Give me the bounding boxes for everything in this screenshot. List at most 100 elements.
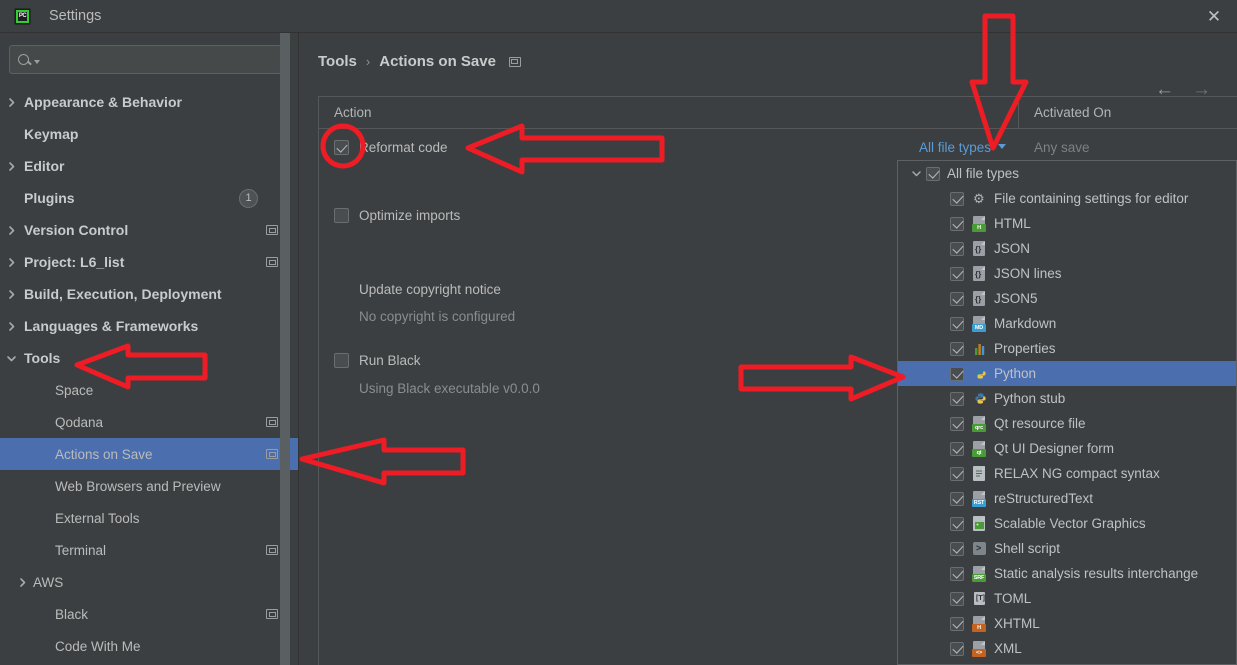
sidebar-item-aws[interactable]: AWS <box>0 566 298 598</box>
sidebar-item-label: Version Control <box>24 222 129 238</box>
json-file-icon: {} <box>971 265 988 282</box>
chevron-right-icon[interactable] <box>0 321 22 332</box>
chevron-down-icon[interactable] <box>998 144 1006 149</box>
column-header-action[interactable]: Action <box>319 97 1018 128</box>
chevron-right-icon[interactable] <box>0 97 22 108</box>
popup-item-label: XML <box>994 641 1022 656</box>
qrc-file-icon: qrc <box>971 415 988 432</box>
popup-item-checkbox[interactable] <box>950 391 964 406</box>
reformat-code-checkbox[interactable] <box>334 140 349 155</box>
popup-item-label: Python stub <box>994 391 1066 406</box>
popup-item-shell-script[interactable]: > Shell script <box>898 536 1236 561</box>
chevron-right-icon[interactable] <box>0 257 22 268</box>
all-file-types-dropdown[interactable]: All file types <box>919 140 1006 155</box>
sidebar-item-web-browsers-and-preview[interactable]: Web Browsers and Preview <box>0 470 298 502</box>
popup-item-checkbox[interactable] <box>950 441 964 456</box>
popup-item-json5[interactable]: {} JSON5 <box>898 286 1236 311</box>
popup-item-label: Scalable Vector Graphics <box>994 516 1146 531</box>
search-icon <box>18 54 29 65</box>
popup-item-checkbox[interactable] <box>950 341 964 356</box>
popup-item-scalable-vector-graphics[interactable]: Scalable Vector Graphics <box>898 511 1236 536</box>
popup-item-xhtml[interactable]: H XHTML <box>898 611 1236 636</box>
sidebar-item-qodana[interactable]: Qodana <box>0 406 298 438</box>
popup-item-properties[interactable]: Properties <box>898 336 1236 361</box>
chevron-down-icon[interactable] <box>0 353 22 364</box>
popup-item-checkbox[interactable] <box>950 416 964 431</box>
popup-item-python-stub[interactable]: Python stub <box>898 386 1236 411</box>
popup-item-checkbox[interactable] <box>950 191 964 206</box>
sidebar-item-tools[interactable]: Tools <box>0 342 298 374</box>
sidebar-item-languages-frameworks[interactable]: Languages & Frameworks <box>0 310 298 342</box>
popup-item-json-lines[interactable]: {} JSON lines <box>898 261 1236 286</box>
modified-indicator-icon <box>508 56 521 67</box>
popup-item-checkbox[interactable] <box>950 366 964 381</box>
no-copyright-note: No copyright is configured <box>359 308 516 324</box>
sidebar-scrollbar-track[interactable] <box>280 33 294 665</box>
popup-item-qt-resource-file[interactable]: qrc Qt resource file <box>898 411 1236 436</box>
popup-item-checkbox[interactable] <box>950 566 964 581</box>
popup-item-checkbox[interactable] <box>950 541 964 556</box>
sidebar-item-plugins[interactable]: Plugins 1 <box>0 182 298 214</box>
close-icon[interactable]: ✕ <box>1191 0 1237 33</box>
sidebar-item-actions-on-save[interactable]: Actions on Save <box>0 438 298 470</box>
file-types-dropdown-popup[interactable]: All file types ⚙ File containing settings … <box>897 160 1237 665</box>
popup-item-checkbox[interactable] <box>950 641 964 656</box>
chevron-right-icon[interactable] <box>0 161 22 172</box>
popup-item-static-analysis-results-interchange[interactable]: SRF Static analysis results interchange <box>898 561 1236 586</box>
popup-item-file-containing-settings-for-editor[interactable]: ⚙ File containing settings for editor <box>898 186 1236 211</box>
sidebar-item-keymap[interactable]: Keymap <box>0 118 298 150</box>
search-dropdown-caret-icon[interactable] <box>34 59 40 64</box>
run-black-checkbox[interactable] <box>334 352 349 368</box>
popup-item-html[interactable]: H HTML <box>898 211 1236 236</box>
popup-item-restructuredtext[interactable]: RST reStructuredText <box>898 486 1236 511</box>
popup-item-label: JSON5 <box>994 291 1038 306</box>
popup-item-checkbox[interactable] <box>950 516 964 531</box>
popup-item-json[interactable]: {} JSON <box>898 236 1236 261</box>
popup-item-python[interactable]: Python <box>898 361 1236 386</box>
popup-item-label: Markdown <box>994 316 1057 331</box>
sidebar-item-version-control[interactable]: Version Control <box>0 214 298 246</box>
popup-item-xml[interactable]: <> XML <box>898 636 1236 661</box>
popup-item-checkbox[interactable] <box>950 491 964 506</box>
popup-item-all-file-types[interactable]: All file types <box>898 161 1236 186</box>
popup-item-checkbox[interactable] <box>950 591 964 606</box>
popup-item-relax-ng-compact-syntax[interactable]: RELAX NG compact syntax <box>898 461 1236 486</box>
properties-file-icon <box>971 341 988 357</box>
breadcrumb-separator-icon: › <box>365 54 371 69</box>
chevron-right-icon[interactable] <box>0 225 22 236</box>
sidebar-item-editor[interactable]: Editor <box>0 150 298 182</box>
sidebar-scrollbar-thumb[interactable] <box>280 33 290 665</box>
sidebar-item-build-execution-deployment[interactable]: Build, Execution, Deployment <box>0 278 298 310</box>
breadcrumb-parent[interactable]: Tools <box>318 53 357 70</box>
chevron-down-icon[interactable] <box>906 168 926 179</box>
sidebar-item-space[interactable]: Space <box>0 374 298 406</box>
column-header-activated-on[interactable]: Activated On <box>1018 97 1237 128</box>
chevron-right-icon[interactable] <box>0 289 22 300</box>
row-action-cell: Reformat code All file types <box>319 140 1018 155</box>
search-box[interactable] <box>9 45 288 74</box>
sidebar-item-project-l6-list[interactable]: Project: L6_list <box>0 246 298 278</box>
popup-item-checkbox[interactable] <box>926 166 940 181</box>
search-input[interactable] <box>45 52 279 67</box>
sidebar-item-external-tools[interactable]: External Tools <box>0 502 298 534</box>
popup-item-checkbox[interactable] <box>950 291 964 306</box>
chevron-right-icon[interactable] <box>11 577 33 588</box>
sidebar-item-label: External Tools <box>55 510 140 526</box>
popup-item-checkbox[interactable] <box>950 316 964 331</box>
optimize-imports-checkbox[interactable] <box>334 208 349 223</box>
breadcrumb-current: Actions on Save <box>379 53 496 70</box>
popup-item-markdown[interactable]: MD Markdown <box>898 311 1236 336</box>
sidebar-item-appearance-behavior[interactable]: Appearance & Behavior <box>0 86 298 118</box>
sidebar-item-label: Space <box>55 382 94 398</box>
popup-item-toml[interactable]: [T] TOML <box>898 586 1236 611</box>
popup-item-checkbox[interactable] <box>950 216 964 231</box>
popup-item-checkbox[interactable] <box>950 241 964 256</box>
popup-item-qt-ui-designer-form[interactable]: qt Qt UI Designer form <box>898 436 1236 461</box>
sidebar-item-black[interactable]: Black <box>0 598 298 630</box>
popup-item-checkbox[interactable] <box>950 616 964 631</box>
settings-sidebar: Appearance & Behavior Keymap Editor Plugins… <box>0 33 299 665</box>
sidebar-item-code-with-me[interactable]: Code With Me <box>0 630 298 662</box>
popup-item-checkbox[interactable] <box>950 466 964 481</box>
popup-item-checkbox[interactable] <box>950 266 964 281</box>
sidebar-item-terminal[interactable]: Terminal <box>0 534 298 566</box>
